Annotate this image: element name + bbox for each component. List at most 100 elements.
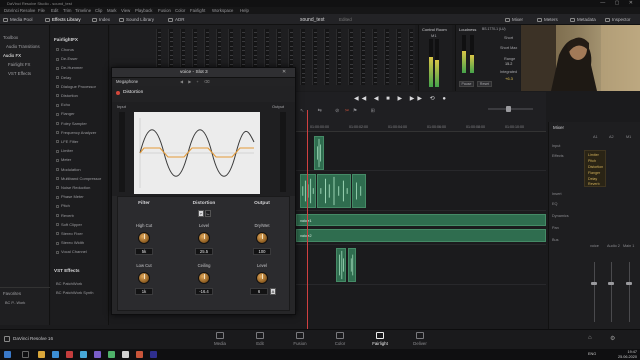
- meters-toggle-button[interactable]: Meters: [537, 16, 558, 23]
- metadata-toggle-button[interactable]: Metadata: [570, 16, 596, 23]
- system-clock[interactable]: 19:47 25.06.2020: [618, 350, 637, 359]
- page-deliver[interactable]: Deliver: [400, 332, 440, 346]
- fx-item[interactable]: Noise Reduction: [56, 185, 110, 190]
- page-fairlight[interactable]: Fairlight: [360, 332, 400, 346]
- menu-help[interactable]: Help: [240, 8, 249, 13]
- audio-clip[interactable]: [348, 248, 356, 282]
- output-level-value[interactable]: 6: [250, 288, 268, 295]
- dry-wet-value[interactable]: 100: [253, 248, 271, 255]
- tree-toolbox[interactable]: Toolbox: [3, 35, 18, 40]
- video-viewer[interactable]: [521, 25, 640, 91]
- page-media[interactable]: Media: [200, 332, 240, 346]
- effects-library-button[interactable]: Effects Library: [45, 16, 81, 23]
- playhead[interactable]: [307, 110, 308, 329]
- menu-file[interactable]: File: [38, 8, 45, 13]
- search-icon[interactable]: [22, 351, 29, 358]
- media-pool-button[interactable]: Media Pool: [3, 16, 33, 23]
- vst-item[interactable]: BC PatchWork: [56, 281, 110, 286]
- menu-view[interactable]: View: [121, 8, 130, 13]
- distortion-level-value[interactable]: 25.5: [195, 248, 213, 255]
- output-level-knob[interactable]: [256, 272, 268, 284]
- ceiling-value[interactable]: -16.4: [195, 288, 213, 295]
- file-explorer-icon[interactable]: [38, 351, 45, 358]
- davinci-taskbar-icon[interactable]: [150, 351, 157, 358]
- fx-item[interactable]: Meter: [56, 157, 110, 162]
- fx-item[interactable]: Chorus: [56, 47, 110, 52]
- menu-timeline[interactable]: Timeline: [75, 8, 91, 13]
- fx-item[interactable]: Phase Meter: [56, 194, 110, 199]
- fx-item[interactable]: Dialogue Processor: [56, 84, 110, 89]
- zoom-slider[interactable]: [488, 106, 533, 112]
- tree-fairlight-fx[interactable]: Fairlight FX: [8, 62, 30, 67]
- audio-clip[interactable]: [352, 174, 366, 208]
- adr-button[interactable]: ADR: [168, 16, 185, 23]
- fx-item[interactable]: Flanger: [56, 111, 110, 116]
- tree-vst-effects[interactable]: VST Effects: [8, 71, 31, 76]
- fx-item[interactable]: Stereo Fixer: [56, 231, 110, 236]
- app-icon[interactable]: [80, 351, 87, 358]
- index-button[interactable]: Index: [92, 16, 110, 23]
- transport-controls[interactable]: ◀◀ ◀ ■ ▶ ▶▶ ⟲ ●: [354, 95, 449, 102]
- timeline-ruler[interactable]: 01:00:00:00 01:00:02:00 01:00:04:00 01:0…: [296, 122, 546, 132]
- high-cut-knob[interactable]: [138, 232, 150, 244]
- low-cut-value[interactable]: 1k: [135, 288, 153, 295]
- menu-davinci[interactable]: DaVinci Resolve: [4, 8, 35, 13]
- keyboard-language[interactable]: ENG: [588, 352, 596, 356]
- audio-clip[interactable]: [336, 248, 346, 282]
- mixer-toggle-button[interactable]: Mixer: [505, 16, 523, 23]
- effect-slot[interactable]: Flanger: [588, 171, 600, 175]
- razor-icon[interactable]: ✂: [345, 108, 349, 114]
- sound-library-button[interactable]: Sound Library: [119, 16, 154, 23]
- low-cut-knob[interactable]: [138, 272, 150, 284]
- audio-clip[interactable]: [300, 174, 316, 208]
- menu-edit[interactable]: Edit: [51, 8, 58, 13]
- high-cut-value[interactable]: 5k: [135, 248, 153, 255]
- fx-item[interactable]: Frequency Analyzer: [56, 130, 110, 135]
- app-icon[interactable]: [94, 351, 101, 358]
- loudness-standard[interactable]: BS.1770-1 (LU): [482, 27, 506, 31]
- fx-item[interactable]: Reverb: [56, 213, 110, 218]
- audio-clip[interactable]: [314, 136, 324, 170]
- preset-nav[interactable]: ◀ ▶ + ⌫: [180, 79, 211, 84]
- effect-slot[interactable]: Limiter: [588, 153, 599, 157]
- loudness-reset-button[interactable]: Reset: [477, 81, 492, 87]
- plugin-titlebar[interactable]: voice - Slot 3 ✕: [112, 68, 295, 78]
- inspector-toggle-button[interactable]: Inspector: [605, 16, 631, 23]
- fader-audio2[interactable]: [608, 282, 614, 285]
- page-fusion[interactable]: Fusion: [280, 332, 320, 346]
- tree-audio-transitions[interactable]: Audio Transitions: [6, 44, 40, 49]
- preset-select[interactable]: Megaphone: [116, 79, 138, 84]
- ceiling-knob[interactable]: [198, 272, 210, 284]
- menu-playback[interactable]: Playback: [135, 8, 152, 13]
- browser-icon[interactable]: [52, 351, 59, 358]
- audio-clip-voice2[interactable]: voice2: [296, 229, 546, 242]
- fx-item[interactable]: Echo: [56, 102, 110, 107]
- fx-item[interactable]: Modulation: [56, 167, 110, 172]
- soft-clip-mode-button[interactable]: ⌙: [205, 210, 211, 217]
- menu-fairlight[interactable]: Fairlight: [190, 8, 205, 13]
- audio-clip-voice1[interactable]: voice1: [296, 214, 546, 226]
- fx-item[interactable]: De-Hummer: [56, 65, 110, 70]
- fx-item[interactable]: Soft Clipper: [56, 222, 110, 227]
- fx-item[interactable]: Pitch: [56, 203, 110, 208]
- effects-slot-list[interactable]: Limiter Pitch Distortion Flanger Delay R…: [584, 150, 606, 187]
- tree-audio-fx[interactable]: Audio FX: [3, 53, 21, 58]
- start-icon[interactable]: [4, 351, 11, 358]
- close-icon[interactable]: ✕: [282, 69, 286, 75]
- timeline-tracks[interactable]: voice1 voice2: [296, 132, 546, 329]
- home-icon[interactable]: ⌂: [588, 335, 592, 341]
- fx-item[interactable]: Limiter: [56, 148, 110, 153]
- fx-item[interactable]: Distortion: [56, 93, 110, 98]
- menu-clip[interactable]: Clip: [95, 8, 102, 13]
- window-controls[interactable]: — ▢ ✕: [600, 0, 637, 6]
- menu-workspace[interactable]: Workspace: [212, 8, 233, 13]
- hard-clip-mode-button[interactable]: ⌐: [198, 210, 204, 217]
- edit-tools[interactable]: ↖ ⇆ ⊘ ⚑ ⊞: [300, 108, 381, 114]
- fx-item[interactable]: Vocal Channel: [56, 249, 110, 254]
- fx-item[interactable]: Multiband Compressor: [56, 176, 110, 181]
- app-icon[interactable]: [122, 351, 129, 358]
- effect-slot[interactable]: Delay: [588, 177, 597, 181]
- settings-gear-icon[interactable]: ⚙: [610, 335, 615, 342]
- fx-item[interactable]: LFE Filter: [56, 139, 110, 144]
- fx-item[interactable]: Delay: [56, 75, 110, 80]
